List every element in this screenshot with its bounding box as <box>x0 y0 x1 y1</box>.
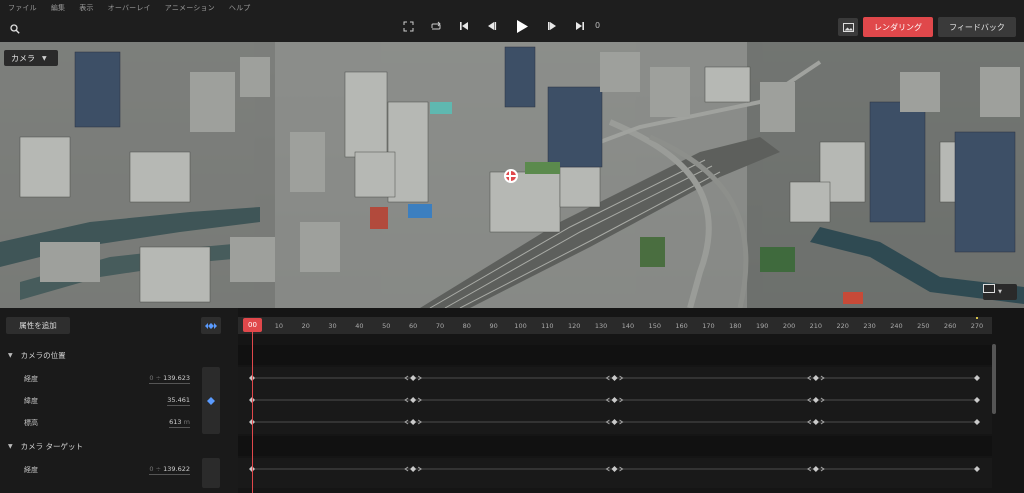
playhead[interactable]: 00 <box>243 318 262 332</box>
render-button[interactable]: レンダリング <box>863 17 933 37</box>
keyframe-diamond[interactable] <box>410 397 417 403</box>
keyframe-diamond[interactable] <box>410 466 417 472</box>
longitude-field[interactable]: 0 ÷ 139.623 <box>149 374 190 384</box>
3d-map-viewport[interactable]: カメラ ▼ ▼ <box>0 42 1024 308</box>
group-camera-target[interactable]: ▼ カメラ ターゲット <box>0 436 238 456</box>
add-attribute-button[interactable]: 属性を追加 <box>6 317 70 334</box>
image-icon <box>842 22 854 32</box>
property-name: 経度 <box>24 375 38 383</box>
playhead-line <box>252 332 253 493</box>
chevron-down-icon: ▼ <box>998 289 1002 295</box>
top-toolbar: ファイル 編集 表示 オーバーレイ アニメーション ヘルプ 0 レンダリング フ… <box>0 0 1024 42</box>
group-label: カメラ ターゲット <box>20 441 84 451</box>
step-forward-icon[interactable] <box>545 19 559 33</box>
loop-icon[interactable] <box>429 19 443 33</box>
keyframe-column <box>202 367 220 434</box>
menu-animation[interactable]: アニメーション <box>165 3 215 13</box>
property-name: 経度 <box>24 466 38 474</box>
keyframe-diamond[interactable] <box>611 466 618 472</box>
keyframe-column <box>202 458 220 488</box>
keyframe-diamond[interactable] <box>410 419 417 425</box>
camera-target-marker[interactable] <box>504 169 518 183</box>
collapse-caret-icon: ▼ <box>8 351 13 359</box>
keyframe-diamond[interactable] <box>974 397 980 403</box>
transport-controls <box>401 18 587 34</box>
skip-to-start-icon[interactable] <box>457 19 471 33</box>
latitude-field[interactable]: 35.461 <box>167 396 190 406</box>
keyframe-diamond[interactable] <box>812 419 819 425</box>
keyframe-diamond[interactable] <box>611 397 618 403</box>
property-name: 標高 <box>24 419 38 427</box>
group-label: カメラの位置 <box>20 350 66 360</box>
image-export-button[interactable] <box>838 18 858 36</box>
keyframe-diamond[interactable] <box>974 375 980 381</box>
keyframe-diamond[interactable] <box>410 375 417 381</box>
menu-view[interactable]: 表示 <box>79 3 93 13</box>
keyframe-diamond[interactable] <box>974 419 980 425</box>
keyframe-toggle-button[interactable] <box>201 317 221 334</box>
chevron-down-icon: ▼ <box>42 54 47 62</box>
target-longitude-field[interactable]: 0 ÷ 139.622 <box>149 465 190 475</box>
keyframe-diamond[interactable] <box>812 375 819 381</box>
step-back-icon[interactable] <box>485 19 499 33</box>
camera-dropdown[interactable]: カメラ ▼ <box>4 50 58 66</box>
search-icon[interactable] <box>10 24 20 34</box>
timeline-scrollbar[interactable] <box>992 344 996 414</box>
timeline-panel: 属性を追加 ▼ カメラの位置 経度 0 ÷ 139.623 緯度 35.461 … <box>0 308 1024 493</box>
keyframe-diamond[interactable] <box>974 466 980 472</box>
menu-help[interactable]: ヘルプ <box>229 3 251 13</box>
aspect-ratio-icon <box>983 284 995 293</box>
collapse-caret-icon: ▼ <box>8 442 13 450</box>
menu-file[interactable]: ファイル <box>8 3 37 13</box>
keyframe-nav-icon <box>205 322 217 329</box>
keyframe-diamond[interactable] <box>611 419 618 425</box>
menu-edit[interactable]: 編集 <box>51 3 65 13</box>
skip-to-end-icon[interactable] <box>573 19 587 33</box>
frame-counter: 0 <box>595 21 601 30</box>
keyframe-diamond[interactable] <box>812 397 819 403</box>
properties-panel: 属性を追加 ▼ カメラの位置 経度 0 ÷ 139.623 緯度 35.461 … <box>0 308 238 493</box>
keyframe-diamond-icon[interactable] <box>207 397 215 405</box>
play-icon[interactable] <box>513 19 531 33</box>
camera-dropdown-label: カメラ <box>11 53 35 63</box>
group-camera-position[interactable]: ▼ カメラの位置 <box>0 345 238 365</box>
menu-bar: ファイル 編集 表示 オーバーレイ アニメーション ヘルプ <box>8 3 251 13</box>
fullscreen-icon[interactable] <box>401 19 415 33</box>
aspect-ratio-dropdown[interactable]: ▼ <box>983 284 1017 300</box>
keyframe-diamond[interactable] <box>611 375 618 381</box>
keyframe-diamond[interactable] <box>812 466 819 472</box>
menu-overlay[interactable]: オーバーレイ <box>108 3 151 13</box>
feedback-button[interactable]: フィードバック <box>938 17 1016 37</box>
property-name: 緯度 <box>24 397 38 405</box>
keyframe-tracks <box>249 375 980 472</box>
altitude-field[interactable]: 613 m <box>169 418 190 428</box>
